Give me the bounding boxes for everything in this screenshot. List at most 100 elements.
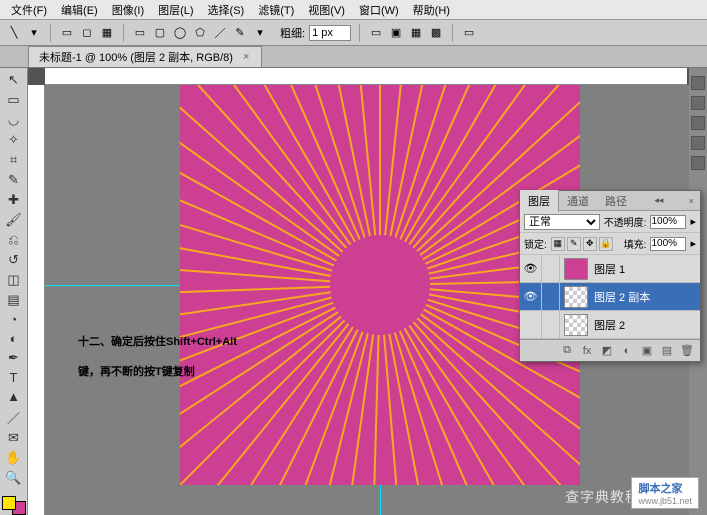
layer-row[interactable]: 👁 图层 1: [520, 255, 700, 283]
opacity-input[interactable]: [650, 215, 686, 229]
layer-name[interactable]: 图层 1: [592, 261, 700, 277]
chevron-down-icon[interactable]: ▾: [26, 25, 42, 41]
color-swatches[interactable]: [2, 496, 26, 515]
layer-row[interactable]: 👁 图层 2 副本: [520, 283, 700, 311]
link-cell[interactable]: [542, 311, 560, 338]
mode-icon[interactable]: ▦: [408, 25, 424, 41]
weight-input[interactable]: [309, 25, 351, 41]
link-cell[interactable]: [542, 255, 560, 282]
shape-ellipse-icon[interactable]: ◯: [172, 25, 188, 41]
adjustment-icon[interactable]: ◐: [620, 344, 634, 358]
fill-pixels-icon[interactable]: ▦: [99, 25, 115, 41]
eraser-tool-icon[interactable]: ◫: [3, 272, 25, 288]
document-tab[interactable]: 未标题-1 @ 100% (图层 2 副本, RGB/8) ×: [28, 46, 262, 67]
menu-layer[interactable]: 图层(L): [151, 0, 200, 20]
link-cell[interactable]: [542, 283, 560, 310]
heal-tool-icon[interactable]: ✚: [3, 192, 25, 208]
close-icon[interactable]: ×: [683, 196, 700, 206]
chevron-down-icon[interactable]: ▾: [252, 25, 268, 41]
mode-icon[interactable]: ▭: [368, 25, 384, 41]
collapse-icon[interactable]: ◂◂: [648, 195, 669, 206]
chevron-right-icon[interactable]: ▸: [690, 215, 696, 228]
visibility-toggle[interactable]: 👁: [520, 283, 542, 310]
line-tool-icon[interactable]: ╲: [6, 25, 22, 41]
fill-input[interactable]: [650, 237, 686, 251]
shape-roundrect-icon[interactable]: ▢: [152, 25, 168, 41]
menu-view[interactable]: 视图(V): [301, 0, 352, 20]
lock-position-icon[interactable]: ✥: [583, 237, 597, 251]
panel-tabs: 图层 通道 路径 ◂◂ ×: [520, 191, 700, 211]
fx-icon[interactable]: fx: [580, 344, 594, 358]
menu-window[interactable]: 窗口(W): [352, 0, 406, 20]
shape-polygon-icon[interactable]: ⬠: [192, 25, 208, 41]
wand-tool-icon[interactable]: ✧: [3, 132, 25, 148]
menu-select[interactable]: 选择(S): [201, 0, 252, 20]
menu-filter[interactable]: 滤镜(T): [251, 0, 301, 20]
shape-layers-icon[interactable]: ▭: [59, 25, 75, 41]
shape-tool-icon[interactable]: ／: [3, 408, 25, 426]
gradient-tool-icon[interactable]: ▤: [3, 292, 25, 308]
menu-file[interactable]: 文件(F): [4, 0, 54, 20]
panel-icon[interactable]: [691, 116, 705, 130]
tab-layers[interactable]: 图层: [520, 190, 559, 212]
foreground-color-swatch[interactable]: [2, 496, 16, 510]
separator: [123, 24, 124, 42]
menu-help[interactable]: 帮助(H): [406, 0, 457, 20]
type-tool-icon[interactable]: T: [3, 370, 25, 385]
panel-icon[interactable]: [691, 156, 705, 170]
chevron-right-icon[interactable]: ▸: [690, 237, 696, 250]
layer-thumb[interactable]: [564, 258, 588, 280]
panel-icon[interactable]: [691, 96, 705, 110]
brush-tool-icon[interactable]: 🖌: [3, 212, 25, 228]
blur-tool-icon[interactable]: ◔: [3, 312, 25, 327]
zoom-tool-icon[interactable]: 🔍: [3, 470, 25, 486]
separator: [359, 24, 360, 42]
ruler-horizontal[interactable]: [45, 68, 687, 85]
layer-thumb[interactable]: [564, 314, 588, 336]
path-select-icon[interactable]: ▲: [3, 389, 25, 404]
lock-image-icon[interactable]: ✎: [567, 237, 581, 251]
instruction-line1: 十二、确定后按住Shift+Ctrl+Alt: [78, 327, 237, 357]
notes-tool-icon[interactable]: ✉: [3, 430, 25, 446]
lasso-tool-icon[interactable]: ◡: [3, 112, 25, 128]
menu-image[interactable]: 图像(I): [105, 0, 151, 20]
eyedropper-tool-icon[interactable]: ✎: [3, 172, 25, 188]
tab-paths[interactable]: 路径: [597, 190, 635, 212]
ruler-vertical[interactable]: [28, 85, 45, 515]
move-tool-icon[interactable]: ↖: [3, 72, 25, 88]
tab-channels[interactable]: 通道: [559, 190, 597, 212]
layer-name[interactable]: 图层 2: [592, 317, 700, 333]
group-icon[interactable]: ▣: [640, 344, 654, 358]
layer-thumb[interactable]: [564, 286, 588, 308]
mode-icon[interactable]: ▩: [428, 25, 444, 41]
blend-mode-select[interactable]: 正常: [524, 214, 600, 230]
marquee-tool-icon[interactable]: ▭: [3, 92, 25, 108]
layer-row[interactable]: 图层 2: [520, 311, 700, 339]
history-brush-icon[interactable]: ↺: [3, 252, 25, 268]
stamp-tool-icon[interactable]: ⎌: [3, 232, 25, 248]
mask-icon[interactable]: ◩: [600, 344, 614, 358]
lock-all-icon[interactable]: 🔒: [599, 237, 613, 251]
visibility-toggle[interactable]: 👁: [520, 255, 542, 282]
layer-name[interactable]: 图层 2 副本: [592, 289, 700, 305]
shape-rect-icon[interactable]: ▭: [132, 25, 148, 41]
dodge-tool-icon[interactable]: ◐: [3, 331, 25, 346]
paths-icon[interactable]: ◻: [79, 25, 95, 41]
document-tab-bar: 未标题-1 @ 100% (图层 2 副本, RGB/8) ×: [0, 46, 707, 68]
visibility-toggle[interactable]: [520, 311, 542, 338]
style-icon[interactable]: ▭: [461, 25, 477, 41]
delete-layer-icon[interactable]: 🗑: [680, 344, 694, 358]
mode-icon[interactable]: ▣: [388, 25, 404, 41]
close-icon[interactable]: ×: [241, 51, 251, 63]
hand-tool-icon[interactable]: ✋: [3, 450, 25, 466]
new-layer-icon[interactable]: ▤: [660, 344, 674, 358]
pen-tool-icon[interactable]: ✒: [3, 350, 25, 366]
menu-edit[interactable]: 编辑(E): [54, 0, 105, 20]
panel-icon[interactable]: [691, 136, 705, 150]
crop-tool-icon[interactable]: ⌗: [3, 152, 25, 168]
lock-transparency-icon[interactable]: ▦: [551, 237, 565, 251]
shape-line-icon[interactable]: ／: [212, 25, 228, 41]
shape-custom-icon[interactable]: ✎: [232, 25, 248, 41]
panel-icon[interactable]: [691, 76, 705, 90]
link-layers-icon[interactable]: ⧉: [560, 344, 574, 358]
